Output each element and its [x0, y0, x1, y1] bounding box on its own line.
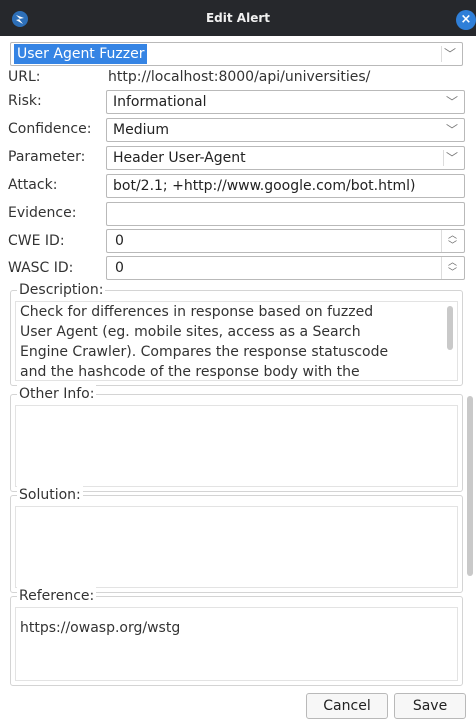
risk-value: Informational: [113, 94, 207, 110]
attack-label: Attack:: [8, 177, 58, 193]
save-button[interactable]: Save: [394, 693, 466, 719]
other-info-textarea[interactable]: [15, 405, 458, 487]
confidence-value: Medium: [113, 122, 169, 138]
chevron-down-icon[interactable]: ﹀: [448, 268, 457, 278]
risk-label: Risk:: [8, 93, 42, 109]
evidence-label: Evidence:: [8, 205, 77, 221]
window-title: Edit Alert: [205, 11, 270, 25]
description-text: Check for differences in response based …: [20, 302, 439, 380]
spinner-arrows[interactable]: ︿ ﹀: [441, 230, 464, 252]
evidence-input[interactable]: [106, 202, 465, 226]
reference-group: Reference: https://owasp.org/wstg: [10, 587, 463, 686]
parameter-value: Header User-Agent: [113, 150, 246, 166]
parameter-combo[interactable]: Header User-Agent ﹀: [106, 146, 465, 170]
risk-select[interactable]: Informational ﹀: [106, 90, 465, 114]
cwe-value: 0: [115, 233, 124, 249]
description-label: Description:: [17, 281, 106, 299]
description-line: Check for differences in response based …: [20, 304, 374, 320]
attack-value: bot/2.1; +http://www.google.com/bot.html…: [113, 178, 416, 194]
chevron-up-icon[interactable]: ︿: [448, 258, 457, 268]
reference-text: https://owasp.org/wstg: [20, 620, 181, 636]
chevron-down-icon[interactable]: ﹀: [448, 241, 457, 251]
other-info-label: Other Info:: [17, 385, 97, 403]
url-label: URL:: [8, 69, 41, 85]
confidence-select[interactable]: Medium ﹀: [106, 118, 465, 142]
chevron-down-icon: ﹀: [445, 123, 458, 137]
description-line: Engine Crawler). Compares the response s…: [20, 344, 389, 360]
cwe-label: CWE ID:: [8, 233, 65, 249]
chevron-up-icon[interactable]: ︿: [448, 231, 457, 241]
description-line: User Agent (eg. mobile sites, access as …: [20, 324, 361, 340]
confidence-label: Confidence:: [8, 121, 92, 137]
url-value: http://localhost:8000/api/universities/: [108, 69, 371, 85]
cwe-spinner[interactable]: 0 ︿ ﹀: [106, 229, 465, 253]
alert-name-value: User Agent Fuzzer: [14, 44, 148, 64]
chevron-down-icon: ﹀: [443, 47, 456, 61]
chevron-down-icon: ﹀: [445, 151, 458, 165]
edit-alert-form: User Agent Fuzzer ﹀ URL: http://localhos…: [0, 36, 476, 721]
reference-label: Reference:: [17, 587, 97, 605]
spinner-arrows[interactable]: ︿ ﹀: [441, 257, 464, 279]
reference-textarea[interactable]: https://owasp.org/wstg: [15, 607, 458, 681]
wasc-value: 0: [115, 260, 124, 276]
window-titlebar: Edit Alert ×: [0, 0, 476, 36]
parameter-label: Parameter:: [8, 149, 86, 165]
description-group: Description: Check for differences in re…: [10, 281, 463, 386]
attack-input[interactable]: bot/2.1; +http://www.google.com/bot.html…: [106, 174, 465, 198]
alert-name-combo[interactable]: User Agent Fuzzer ﹀: [10, 42, 463, 66]
close-icon[interactable]: ×: [456, 10, 476, 30]
other-info-group: Other Info:: [10, 385, 463, 492]
cancel-button[interactable]: Cancel: [306, 693, 388, 719]
description-line: and the hashcode of the response body wi…: [20, 364, 360, 380]
description-textarea[interactable]: Check for differences in response based …: [15, 301, 458, 381]
dialog-scrollbar[interactable]: [467, 396, 473, 576]
solution-group: Solution:: [10, 486, 463, 593]
chevron-down-icon: ﹀: [445, 95, 458, 109]
wasc-spinner[interactable]: 0 ︿ ﹀: [106, 256, 465, 280]
wasc-label: WASC ID:: [8, 260, 74, 276]
description-scrollbar[interactable]: [447, 306, 453, 350]
solution-textarea[interactable]: [15, 506, 458, 588]
solution-label: Solution:: [17, 486, 83, 504]
